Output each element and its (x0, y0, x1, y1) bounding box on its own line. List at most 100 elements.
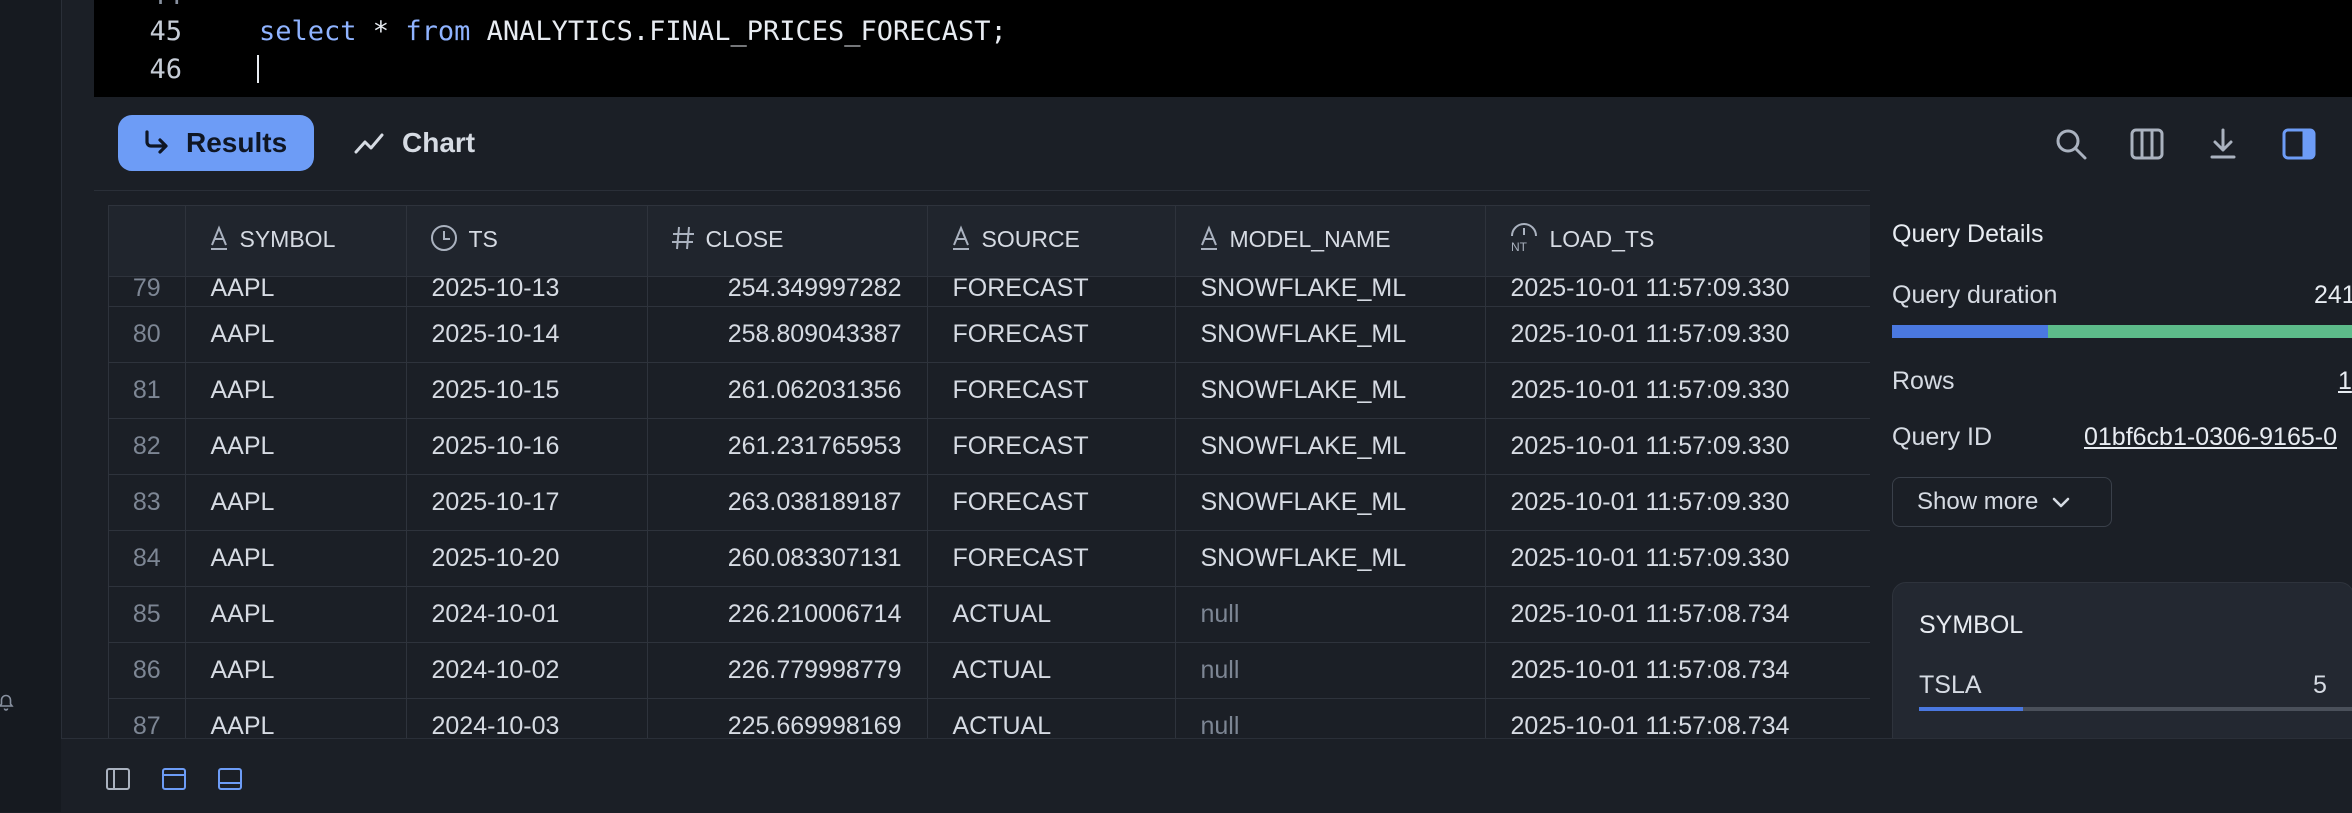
editor-line[interactable]: 46 (94, 51, 259, 87)
table-row[interactable]: 87 AAPL 2024-10-03 225.669998169 ACTUAL … (109, 698, 1871, 739)
cell-close[interactable]: 225.669998169 (647, 698, 928, 739)
duration-bar-execute (2048, 325, 2352, 338)
cell-close[interactable]: 258.809043387 (647, 306, 928, 363)
side-panel-icon[interactable] (2280, 125, 2318, 163)
sql-editor[interactable]: 44 45 select * from ANALYTICS.FINAL_PRIC… (94, 0, 2352, 98)
editor-line[interactable]: 45 select * from ANALYTICS.FINAL_PRICES_… (94, 13, 1006, 49)
search-icon[interactable] (2052, 125, 2090, 163)
cell-source[interactable]: FORECAST (927, 362, 1176, 419)
query-duration-value: 241 (2314, 281, 2352, 309)
cell-ts[interactable]: 2025-10-16 (406, 418, 648, 475)
query-id-link[interactable]: 01bf6cb1-0306-9165-0 (2084, 423, 2337, 452)
cell-symbol[interactable]: AAPL (185, 698, 407, 739)
rows-value[interactable]: 1 (2338, 367, 2352, 396)
cell-model-name[interactable]: null (1175, 642, 1486, 699)
cell-ts[interactable]: 2025-10-20 (406, 530, 648, 587)
cell-symbol[interactable]: AAPL (185, 418, 407, 475)
table-row[interactable]: 79 AAPL 2025-10-13 254.349997282 FORECAS… (109, 276, 1871, 307)
cell-ts[interactable]: 2024-10-01 (406, 586, 648, 643)
cell-model-name[interactable]: null (1175, 698, 1486, 739)
download-icon[interactable] (2204, 125, 2242, 163)
table-row[interactable]: 80 AAPL 2025-10-14 258.809043387 FORECAS… (109, 306, 1871, 363)
cell-source[interactable]: FORECAST (927, 418, 1176, 475)
cell-ts[interactable]: 2025-10-13 (406, 276, 648, 307)
cell-ts[interactable]: 2024-10-03 (406, 698, 648, 739)
cell-symbol[interactable]: AAPL (185, 586, 407, 643)
column-header-close[interactable]: CLOSE (647, 206, 928, 277)
row-index: 87 (109, 698, 186, 739)
cell-source[interactable]: ACTUAL (927, 586, 1176, 643)
code-table-name: ANALYTICS.FINAL_PRICES_FORECAST; (470, 15, 1007, 47)
cell-symbol[interactable]: AAPL (185, 474, 407, 531)
cell-symbol[interactable]: AAPL (185, 362, 407, 419)
cell-load-ts[interactable]: 2025-10-01 11:57:09.330 (1485, 362, 1871, 419)
cell-ts[interactable]: 2025-10-17 (406, 474, 648, 531)
column-header-symbol[interactable]: SYMBOL (185, 206, 407, 277)
cell-source[interactable]: ACTUAL (927, 642, 1176, 699)
tab-chart[interactable]: Chart (352, 115, 475, 171)
cell-ts[interactable]: 2024-10-02 (406, 642, 648, 699)
cell-source[interactable]: FORECAST (927, 474, 1176, 531)
cell-model-name[interactable]: SNOWFLAKE_ML (1175, 418, 1486, 475)
column-header-model-name[interactable]: MODEL_NAME (1175, 206, 1486, 277)
column-header-label: TS (468, 226, 498, 253)
cell-model-name[interactable]: SNOWFLAKE_ML (1175, 306, 1486, 363)
table-row[interactable]: 82 AAPL 2025-10-16 261.231765953 FORECAS… (109, 418, 1871, 475)
cell-close[interactable]: 254.349997282 (647, 276, 928, 307)
column-header-load-ts[interactable]: NT LOAD_TS (1485, 206, 1871, 277)
table-row[interactable]: 86 AAPL 2024-10-02 226.779998779 ACTUAL … (109, 642, 1871, 699)
cell-source[interactable]: FORECAST (927, 276, 1176, 307)
cell-symbol[interactable]: AAPL (185, 276, 407, 307)
cell-load-ts[interactable]: 2025-10-01 11:57:09.330 (1485, 418, 1871, 475)
column-header-label: LOAD_TS (1549, 226, 1655, 253)
code-text[interactable]: select * from ANALYTICS.FINAL_PRICES_FOR… (259, 16, 1007, 47)
duration-bar-compile (1892, 325, 2049, 338)
column-header-ts[interactable]: TS (406, 206, 648, 277)
cell-model-name[interactable]: SNOWFLAKE_ML (1175, 474, 1486, 531)
cell-load-ts[interactable]: 2025-10-01 11:57:08.734 (1485, 642, 1871, 699)
bell-icon[interactable] (0, 690, 18, 714)
cell-symbol[interactable]: AAPL (185, 530, 407, 587)
cell-load-ts[interactable]: 2025-10-01 11:57:09.330 (1485, 474, 1871, 531)
toggle-results-icon[interactable] (216, 765, 244, 793)
cell-ts[interactable]: 2025-10-14 (406, 306, 648, 363)
cell-close[interactable]: 260.083307131 (647, 530, 928, 587)
cell-close[interactable]: 261.062031356 (647, 362, 928, 419)
table-row[interactable]: 83 AAPL 2025-10-17 263.038189187 FORECAS… (109, 474, 1871, 531)
table-row[interactable]: 81 AAPL 2025-10-15 261.062031356 FORECAS… (109, 362, 1871, 419)
column-stats-title: SYMBOL (1919, 611, 2024, 639)
cell-symbol[interactable]: AAPL (185, 642, 407, 699)
cell-model-name[interactable]: SNOWFLAKE_ML (1175, 530, 1486, 587)
show-more-label: Show more (1917, 488, 2039, 515)
column-header-source[interactable]: SOURCE (927, 206, 1176, 277)
row-index: 81 (109, 362, 186, 419)
line-number: 44 (94, 0, 182, 11)
cell-model-name[interactable]: SNOWFLAKE_ML (1175, 362, 1486, 419)
cell-load-ts[interactable]: 2025-10-01 11:57:09.330 (1485, 276, 1871, 307)
toggle-editor-icon[interactable] (160, 765, 188, 793)
cell-source[interactable]: ACTUAL (927, 698, 1176, 739)
cell-load-ts[interactable]: 2025-10-01 11:57:09.330 (1485, 530, 1871, 587)
table-row[interactable]: 85 AAPL 2024-10-01 226.210006714 ACTUAL … (109, 586, 1871, 643)
tab-results[interactable]: Results (118, 115, 314, 171)
cell-load-ts[interactable]: 2025-10-01 11:57:08.734 (1485, 698, 1871, 739)
row-index: 84 (109, 530, 186, 587)
cell-close[interactable]: 226.210006714 (647, 586, 928, 643)
cell-model-name[interactable]: SNOWFLAKE_ML (1175, 276, 1486, 307)
show-more-button[interactable]: Show more (1892, 477, 2112, 527)
toggle-sidebar-icon[interactable] (104, 765, 132, 793)
text-cursor (257, 55, 259, 83)
cell-ts[interactable]: 2025-10-15 (406, 362, 648, 419)
columns-icon[interactable] (2128, 125, 2166, 163)
cell-close[interactable]: 261.231765953 (647, 418, 928, 475)
cell-load-ts[interactable]: 2025-10-01 11:57:09.330 (1485, 306, 1871, 363)
table-row[interactable]: 84 AAPL 2025-10-20 260.083307131 FORECAS… (109, 530, 1871, 587)
cell-source[interactable]: FORECAST (927, 306, 1176, 363)
cell-load-ts[interactable]: 2025-10-01 11:57:08.734 (1485, 586, 1871, 643)
cell-source[interactable]: FORECAST (927, 530, 1176, 587)
cell-symbol[interactable]: AAPL (185, 306, 407, 363)
cell-model-name[interactable]: null (1175, 586, 1486, 643)
cell-close[interactable]: 263.038189187 (647, 474, 928, 531)
cell-close[interactable]: 226.779998779 (647, 642, 928, 699)
column-stats-card[interactable]: SYMBOL TSLA 5 (1892, 582, 2352, 754)
